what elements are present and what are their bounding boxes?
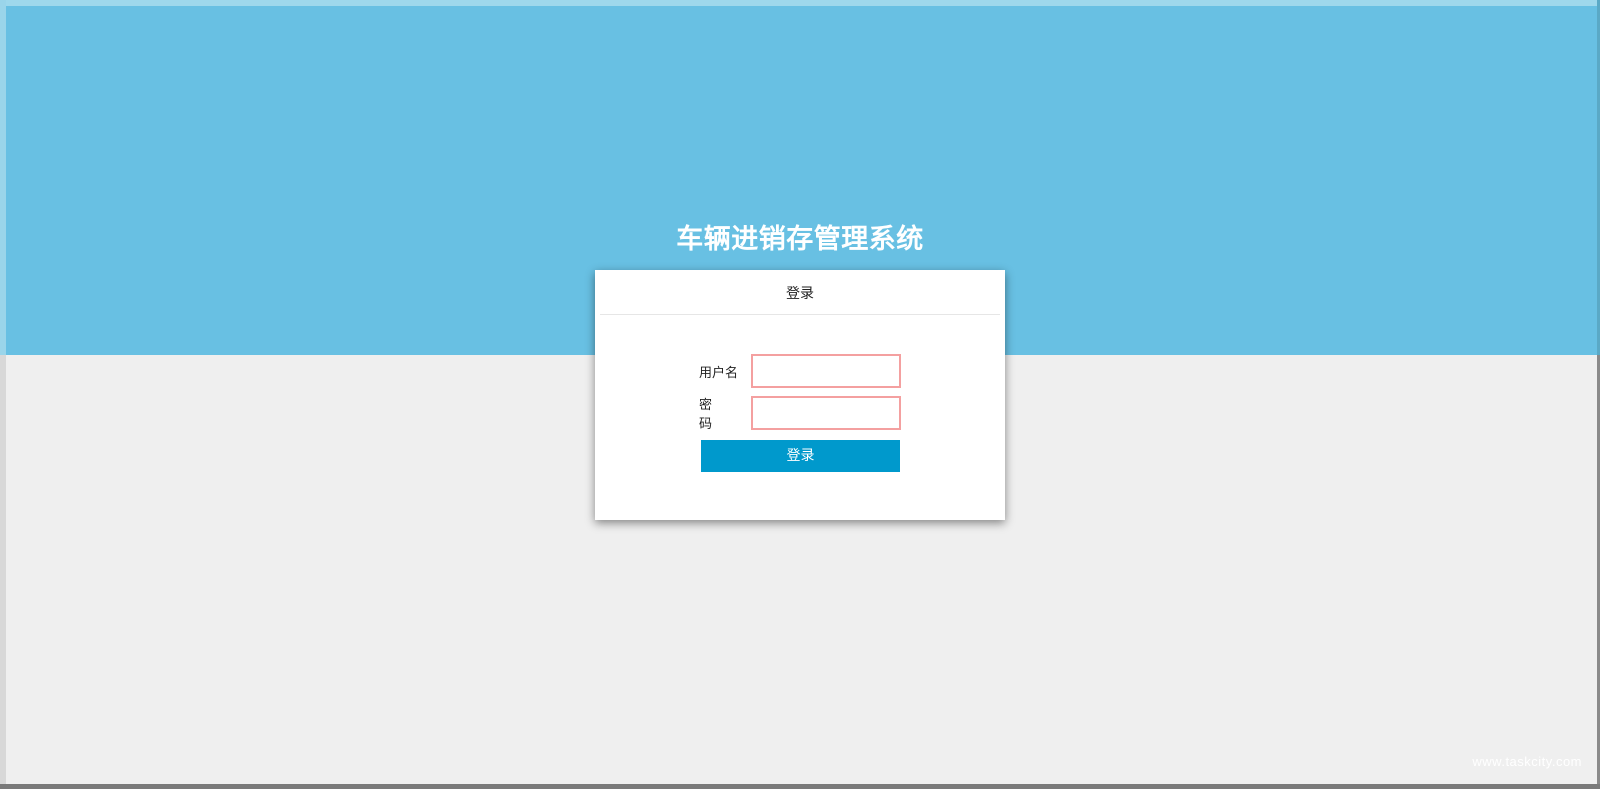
password-input[interactable] (751, 396, 901, 430)
username-label: 用户名 (699, 365, 739, 381)
password-label: 密码 (699, 398, 729, 432)
password-row: 密码 (699, 396, 901, 432)
login-button[interactable]: 登录 (701, 440, 900, 472)
frame-edge-top (0, 0, 1600, 6)
username-input[interactable] (751, 354, 901, 388)
login-card-title: 登录 (600, 270, 1000, 315)
frame-edge-bottom (0, 784, 1600, 789)
login-page: 车辆进销存管理系统 登录 用户名 密码 登录 www.taskcity.com (0, 0, 1600, 789)
watermark: www.taskcity.com (1472, 754, 1582, 769)
login-card: 登录 用户名 密码 登录 (595, 270, 1005, 520)
app-title: 车辆进销存管理系统 (676, 224, 924, 255)
frame-edge-left (0, 0, 6, 789)
username-row: 用户名 (699, 354, 901, 388)
